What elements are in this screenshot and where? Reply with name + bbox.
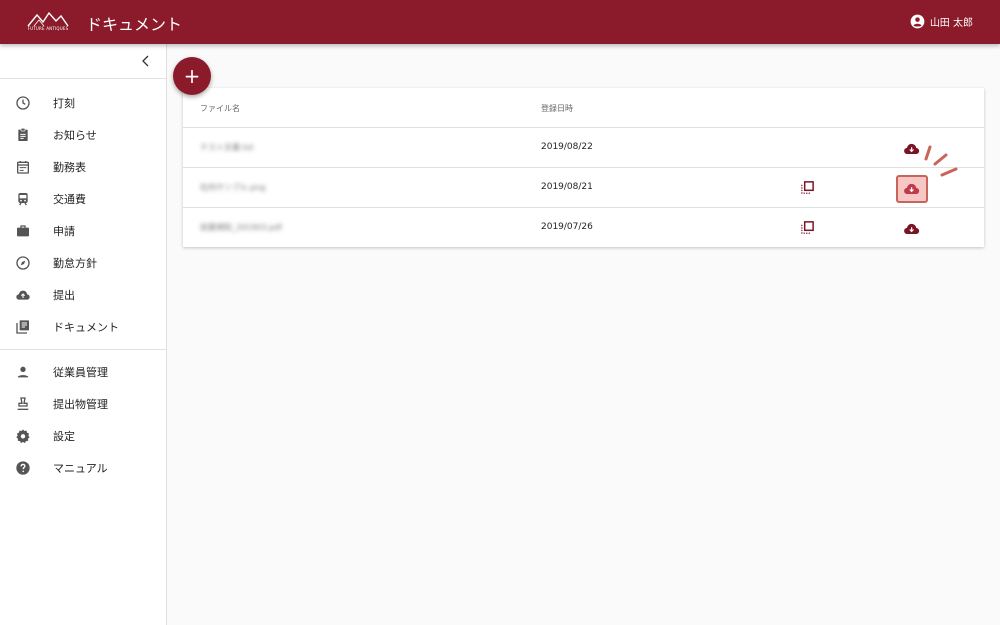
clipboard-icon <box>15 127 31 143</box>
calendar-icon <box>15 159 31 175</box>
sidebar-item-manual[interactable]: マニュアル <box>0 452 166 484</box>
sidebar-item-transport[interactable]: 交通費 <box>0 183 166 215</box>
sidebar-item-label: 勤怠方針 <box>53 257 97 270</box>
sidebar-item-label: 従業員管理 <box>53 366 108 379</box>
sidebar-item-label: 勤務表 <box>53 161 86 174</box>
sidebar-item-employee-management[interactable]: 従業員管理 <box>0 356 166 388</box>
sidebar-item-timesheet[interactable]: 勤務表 <box>0 151 166 183</box>
compass-icon <box>15 255 31 271</box>
sidebar-header <box>0 44 166 79</box>
file-name[interactable]: 就業規則_201903.pdf <box>200 222 282 233</box>
sidebar-item-label: 提出 <box>53 289 75 302</box>
sidebar-item-label: 交通費 <box>53 193 86 206</box>
sidebar: 打刻 お知らせ 勤務表 交通費 申請 勤怠方針 提出 ドキュメント 従業員管理 … <box>0 44 167 625</box>
cloud-upload-icon <box>15 287 31 303</box>
sidebar-item-application[interactable]: 申請 <box>0 215 166 247</box>
sidebar-item-attendance-policy[interactable]: 勤怠方針 <box>0 247 166 279</box>
table-row: 就業規則_201903.pdf 2019/07/26 <box>183 208 984 248</box>
sidebar-item-label: お知らせ <box>53 129 97 142</box>
logo-text: FUTURE ANTIQUES <box>27 26 69 31</box>
copy-icon[interactable] <box>800 220 815 235</box>
sidebar-item-label: 申請 <box>53 225 75 238</box>
registered-date: 2019/07/26 <box>541 222 593 232</box>
document-table: ファイル名 登録日時 テスト文書.txt 2019/08/22 社内サンプル.p… <box>183 88 984 247</box>
sidebar-divider <box>0 349 166 350</box>
sidebar-item-label: マニュアル <box>53 462 108 475</box>
registered-date: 2019/08/22 <box>541 142 593 152</box>
account-circle-icon <box>910 14 925 29</box>
table-header: ファイル名 登録日時 <box>183 88 984 128</box>
download-button[interactable] <box>902 179 922 196</box>
person-icon <box>15 364 31 380</box>
library-books-icon <box>15 319 31 335</box>
file-name[interactable]: テスト文書.txt <box>200 142 254 153</box>
file-name[interactable]: 社内サンプル.png <box>200 182 266 193</box>
briefcase-icon <box>15 223 31 239</box>
cloud-download-icon <box>904 143 920 154</box>
sidebar-item-label: ドキュメント <box>53 321 119 334</box>
train-icon <box>15 191 31 207</box>
table-row: テスト文書.txt 2019/08/22 <box>183 128 984 168</box>
chevron-left-icon[interactable] <box>138 53 154 69</box>
sidebar-item-label: 提出物管理 <box>53 398 108 411</box>
column-header-file-name[interactable]: ファイル名 <box>200 103 240 114</box>
clock-icon <box>15 95 31 111</box>
user-menu[interactable]: 山田 太郎 <box>910 14 973 29</box>
registered-date: 2019/08/21 <box>541 182 593 192</box>
logo-icon <box>27 11 69 27</box>
cloud-download-icon <box>904 223 920 234</box>
sidebar-item-submission-management[interactable]: 提出物管理 <box>0 388 166 420</box>
page-title: ドキュメント <box>86 15 183 34</box>
sidebar-item-submit[interactable]: 提出 <box>0 279 166 311</box>
stamp-icon <box>15 396 31 412</box>
sidebar-item-clock-in[interactable]: 打刻 <box>0 87 166 119</box>
sidebar-item-label: 打刻 <box>53 97 75 110</box>
download-button[interactable] <box>902 219 922 236</box>
gear-icon <box>15 428 31 444</box>
copy-icon[interactable] <box>800 180 815 195</box>
sidebar-item-documents[interactable]: ドキュメント <box>0 311 166 343</box>
download-button[interactable] <box>902 139 922 156</box>
sidebar-item-news[interactable]: お知らせ <box>0 119 166 151</box>
cloud-download-icon <box>904 183 920 194</box>
app-bar: FUTURE ANTIQUES ドキュメント 山田 太郎 <box>0 0 1000 44</box>
add-document-button[interactable]: + <box>173 57 211 95</box>
user-name: 山田 太郎 <box>929 18 973 29</box>
column-header-registered-at[interactable]: 登録日時 <box>541 103 573 114</box>
table-row: 社内サンプル.png 2019/08/21 <box>183 168 984 208</box>
sidebar-nav: 打刻 お知らせ 勤務表 交通費 申請 勤怠方針 提出 ドキュメント 従業員管理 … <box>0 79 166 484</box>
help-icon <box>15 460 31 476</box>
sidebar-item-settings[interactable]: 設定 <box>0 420 166 452</box>
attention-marks <box>924 145 958 177</box>
sidebar-item-label: 設定 <box>53 430 75 443</box>
